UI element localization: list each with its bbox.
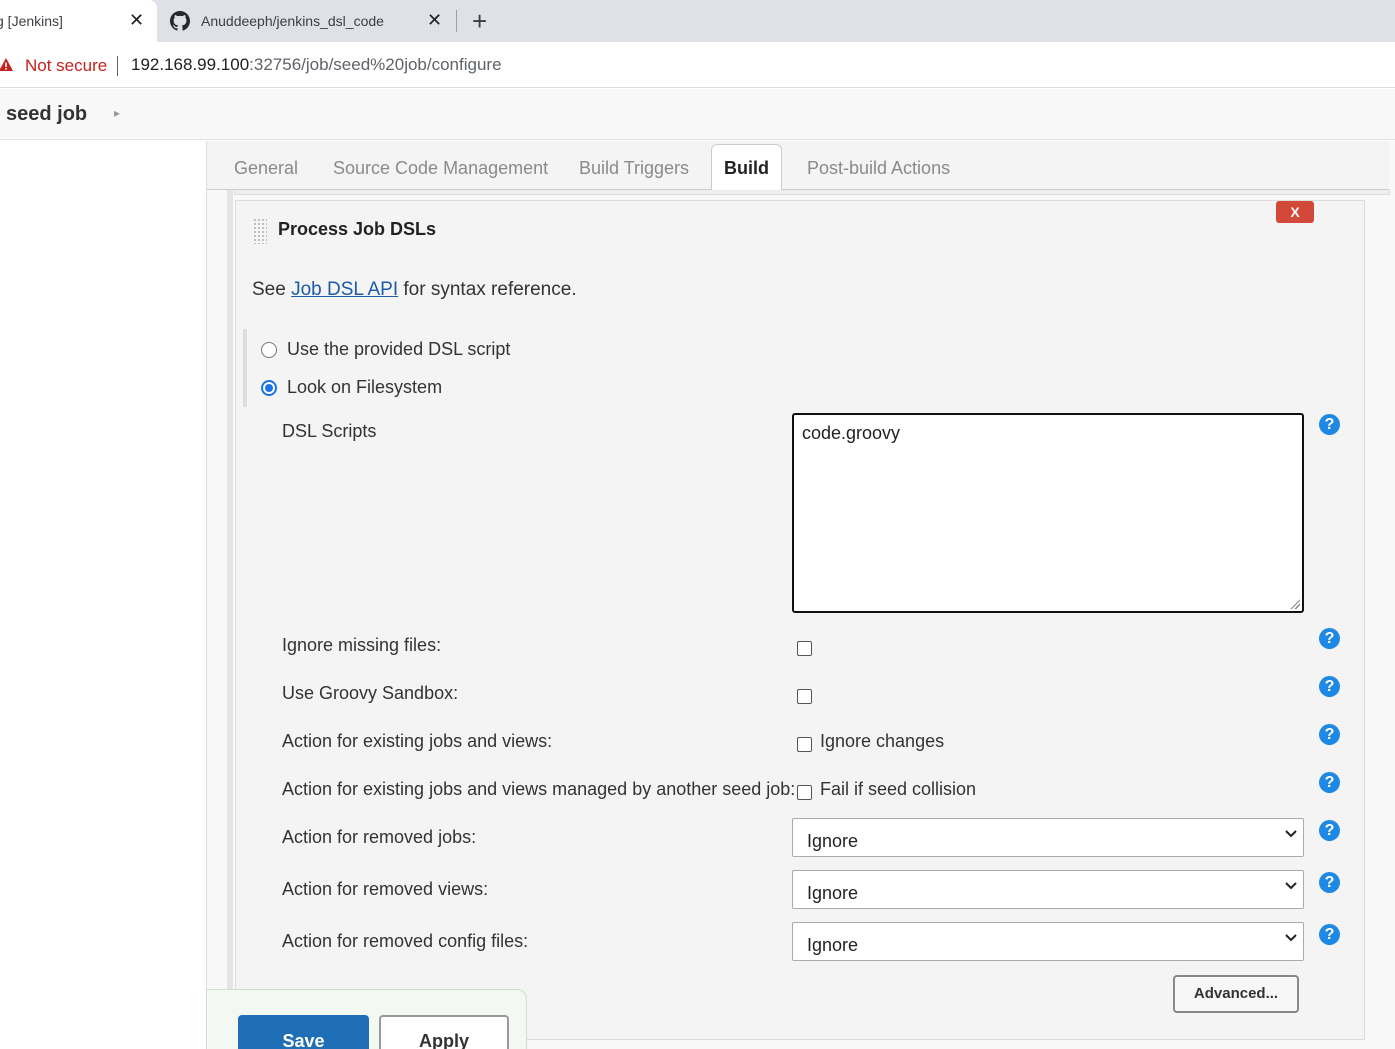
removed-views-label: Action for removed views: bbox=[282, 879, 489, 899]
address-bar[interactable]: Not secure 192.168.99.100:32756/job/seed… bbox=[0, 42, 1395, 88]
apply-button[interactable]: Apply bbox=[379, 1015, 509, 1049]
config-panel: General Source Code Management Build Tri… bbox=[206, 141, 1395, 1049]
radio-label: Look on Filesystem bbox=[287, 377, 443, 397]
see-prefix: See bbox=[252, 279, 292, 300]
browser-tab-title: g [Jenkins] bbox=[0, 13, 63, 29]
tab-build[interactable]: Build bbox=[711, 144, 782, 191]
radio-group-marker bbox=[243, 329, 247, 407]
removed-jobs-label: Action for removed jobs: bbox=[282, 827, 477, 847]
security-status[interactable]: Not secure bbox=[25, 56, 107, 76]
help-icon[interactable]: ? bbox=[1319, 628, 1340, 649]
job-dsl-api-link[interactable]: Job DSL API bbox=[291, 279, 398, 300]
browser-tab-github[interactable]: Anuddeeph/jenkins_dsl_code ✕ bbox=[162, 0, 452, 42]
removed-views-select[interactable]: Ignore bbox=[792, 870, 1304, 909]
help-icon[interactable]: ? bbox=[1319, 872, 1340, 893]
chevron-down-icon bbox=[1285, 882, 1297, 890]
url-path: :32756/job/seed%20job/configure bbox=[249, 55, 502, 74]
config-tabs: General Source Code Management Build Tri… bbox=[207, 141, 1389, 191]
seed-collision-option-label: Fail if seed collision bbox=[820, 779, 977, 799]
warning-icon bbox=[0, 58, 13, 71]
delete-step-button[interactable]: X bbox=[1276, 201, 1314, 223]
tab-general[interactable]: General bbox=[234, 158, 298, 179]
syntax-reference-text: See Job DSL API for syntax reference. bbox=[252, 279, 577, 301]
chevron-down-icon bbox=[1285, 830, 1297, 838]
removed-jobs-value: Ignore bbox=[807, 831, 859, 851]
removed-views-value: Ignore bbox=[807, 883, 859, 903]
advanced-button[interactable]: Advanced... bbox=[1173, 975, 1299, 1013]
bottom-button-bar: Save Apply bbox=[206, 989, 527, 1049]
removed-config-value: Ignore bbox=[807, 935, 859, 955]
dsl-scripts-value: code.groovy bbox=[802, 423, 901, 443]
chevron-right-icon[interactable]: ▸ bbox=[114, 106, 120, 120]
close-icon[interactable]: ✕ bbox=[427, 10, 442, 31]
new-tab-button[interactable]: + bbox=[472, 6, 487, 37]
ignore-changes-label: Ignore changes bbox=[820, 731, 945, 751]
help-icon[interactable]: ? bbox=[1319, 820, 1340, 841]
removed-jobs-select[interactable]: Ignore bbox=[792, 818, 1304, 857]
url-text[interactable]: 192.168.99.100:32756/job/seed%20job/conf… bbox=[131, 55, 502, 75]
help-icon[interactable]: ? bbox=[1319, 724, 1340, 745]
radio-use-provided-script[interactable]: Use the provided DSL script bbox=[261, 339, 510, 360]
help-icon[interactable]: ? bbox=[1319, 414, 1340, 435]
ignore-missing-files-label: Ignore missing files: bbox=[282, 635, 442, 655]
seed-collision-label: Action for existing jobs and views manag… bbox=[282, 779, 796, 799]
url-host: 192.168.99.100 bbox=[131, 55, 250, 74]
breadcrumb: seed job ▸ bbox=[0, 89, 1395, 140]
help-icon[interactable]: ? bbox=[1319, 676, 1340, 697]
removed-config-label: Action for removed config files: bbox=[282, 931, 529, 951]
breadcrumb-job[interactable]: seed job bbox=[6, 103, 87, 126]
groovy-sandbox-checkbox[interactable] bbox=[797, 689, 812, 704]
dsl-scripts-field[interactable]: code.groovy bbox=[792, 413, 1304, 613]
section-indent-line bbox=[227, 190, 233, 1049]
github-icon bbox=[170, 11, 190, 31]
drag-handle-icon[interactable] bbox=[253, 218, 267, 244]
seed-collision-checkbox[interactable] bbox=[797, 785, 812, 800]
radio-button[interactable] bbox=[261, 341, 277, 358]
tab-post-build-actions[interactable]: Post-build Actions bbox=[807, 158, 950, 179]
build-step-process-job-dsls: X Process Job DSLs See Job DSL API for s… bbox=[235, 200, 1365, 1040]
browser-tab-jenkins[interactable]: g [Jenkins] ✕ bbox=[0, 0, 157, 42]
save-button[interactable]: Save bbox=[238, 1015, 369, 1049]
radio-button[interactable] bbox=[261, 379, 277, 396]
browser-tab-title: Anuddeeph/jenkins_dsl_code bbox=[201, 13, 384, 29]
chevron-down-icon bbox=[1285, 934, 1297, 942]
close-icon[interactable]: ✕ bbox=[129, 10, 144, 31]
step-title: Process Job DSLs bbox=[278, 219, 437, 239]
tab-build-triggers[interactable]: Build Triggers bbox=[579, 158, 689, 179]
existing-jobs-label: Action for existing jobs and views: bbox=[282, 731, 553, 751]
browser-tab-strip: g [Jenkins] ✕ Anuddeeph/jenkins_dsl_code… bbox=[0, 0, 1395, 42]
see-suffix: for syntax reference. bbox=[398, 279, 577, 300]
resize-handle-icon[interactable] bbox=[1290, 599, 1300, 609]
tab-divider bbox=[456, 10, 457, 32]
ignore-changes-checkbox[interactable] bbox=[797, 737, 812, 752]
dsl-scripts-label: DSL Scripts bbox=[282, 421, 377, 441]
help-icon[interactable]: ? bbox=[1319, 924, 1340, 945]
help-icon[interactable]: ? bbox=[1319, 772, 1340, 793]
section-border bbox=[234, 190, 1390, 195]
url-divider bbox=[117, 56, 118, 76]
radio-look-on-filesystem[interactable]: Look on Filesystem bbox=[261, 377, 442, 398]
removed-config-select[interactable]: Ignore bbox=[792, 922, 1304, 961]
groovy-sandbox-label: Use Groovy Sandbox: bbox=[282, 683, 459, 703]
ignore-missing-files-checkbox[interactable] bbox=[797, 641, 812, 656]
tab-source-code-management[interactable]: Source Code Management bbox=[333, 158, 548, 179]
radio-label: Use the provided DSL script bbox=[287, 339, 511, 359]
